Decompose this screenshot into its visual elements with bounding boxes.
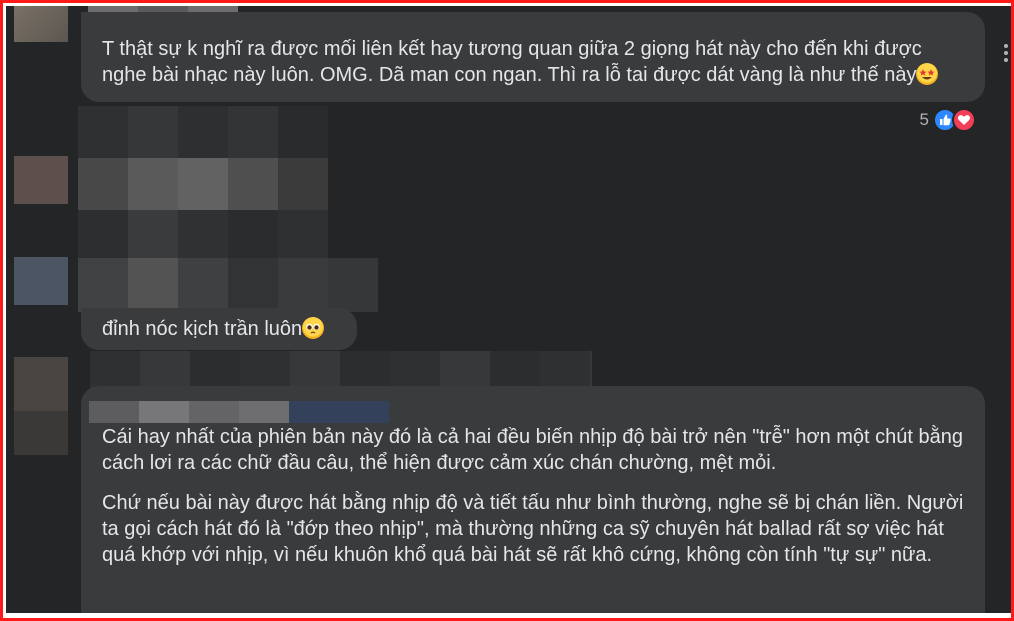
avatar[interactable] <box>14 411 68 455</box>
comment-text: đỉnh nóc kịch trần luôn <box>102 316 325 342</box>
comment-bubble: đỉnh nóc kịch trần luôn <box>81 308 357 350</box>
comment-text-body: T thật sự k nghĩ ra được mối liên kết ha… <box>102 38 922 86</box>
star-struck-emoji <box>916 63 939 85</box>
avatar[interactable] <box>14 6 68 42</box>
reaction-count: 5 <box>919 110 929 129</box>
pleading-face-emoji <box>302 317 325 339</box>
love-icon <box>952 108 976 132</box>
avatar[interactable] <box>14 357 68 411</box>
comment-bubble: Cái hay nhất của phiên bản này đó là cả … <box>81 386 985 613</box>
avatar[interactable] <box>14 156 68 204</box>
comment-text: T thật sự k nghĩ ra được mối liên kết ha… <box>102 36 962 88</box>
more-options-icon[interactable] <box>1004 44 1008 62</box>
reaction-summary[interactable]: 5 <box>920 108 976 132</box>
comment-paragraph: Chứ nếu bài này được hát bằng nhịp độ và… <box>102 492 964 566</box>
avatar[interactable] <box>14 257 68 305</box>
comment-bubble: T thật sự k nghĩ ra được mối liên kết ha… <box>81 12 985 102</box>
screenshot-frame: T thật sự k nghĩ ra được mối liên kết ha… <box>0 0 1014 621</box>
comment-paragraph: Cái hay nhất của phiên bản này đó là cả … <box>102 426 964 474</box>
comment-feed: T thật sự k nghĩ ra được mối liên kết ha… <box>6 6 1011 613</box>
redacted-name <box>78 106 378 312</box>
bottom-strip <box>3 613 1011 618</box>
comment-text-body: đỉnh nóc kịch trần luôn <box>102 318 303 340</box>
redacted-name <box>89 401 389 423</box>
